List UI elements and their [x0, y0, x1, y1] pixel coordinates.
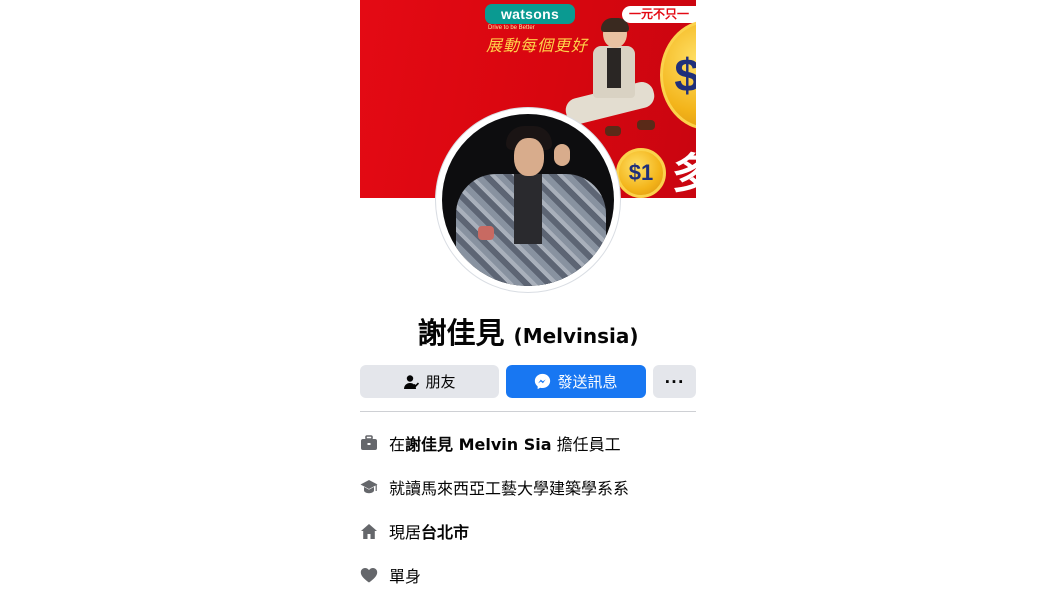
more-options-button[interactable]: ···	[653, 365, 696, 398]
heart-icon	[360, 566, 378, 584]
residence-prefix: 現居	[389, 523, 422, 542]
briefcase-icon	[360, 434, 378, 452]
work-prefix: 在	[389, 435, 406, 454]
home-icon	[360, 522, 378, 540]
more-options-label: ···	[664, 372, 685, 391]
graduation-cap-icon	[360, 478, 378, 496]
intro-education: 就讀馬來西亞工藝大學建築學系系	[360, 475, 696, 499]
brand-tagline: Drive to be Better	[488, 25, 535, 31]
profile-avatar[interactable]	[436, 108, 620, 292]
brand-logo: watsons	[485, 4, 575, 24]
banner-character: 多	[672, 149, 696, 198]
residence-city-link[interactable]: 台北市	[421, 519, 469, 543]
send-message-button[interactable]: 發送訊息	[506, 365, 646, 398]
friends-button-label: 朋友	[425, 373, 456, 391]
profile-name-alternate: (Melvinsia)	[513, 324, 639, 348]
messenger-icon	[535, 373, 551, 390]
work-suffix: 擔任員工	[551, 435, 621, 454]
avatar-photo	[442, 114, 614, 286]
coin-graphic-small: $1	[616, 148, 666, 198]
profile-name-main: 謝佳見	[417, 316, 505, 350]
intro-relationship: 單身	[360, 563, 696, 587]
profile-name: 謝佳見 (Melvinsia)	[360, 310, 696, 352]
friends-button[interactable]: 朋友	[360, 365, 499, 398]
relationship-text: 單身	[389, 567, 422, 586]
intro-work: 在 謝佳見 Melvin Sia 擔任員工	[360, 431, 696, 455]
send-message-label: 發送訊息	[557, 373, 618, 391]
intro-residence: 現居 台北市	[360, 519, 696, 543]
section-divider	[360, 411, 696, 412]
banner-tab: 一元不只一	[622, 6, 696, 23]
education-text: 就讀馬來西亞工藝大學建築學系系	[389, 479, 630, 498]
person-check-icon	[404, 374, 420, 389]
workplace-link[interactable]: 謝佳見 Melvin Sia	[405, 431, 552, 455]
